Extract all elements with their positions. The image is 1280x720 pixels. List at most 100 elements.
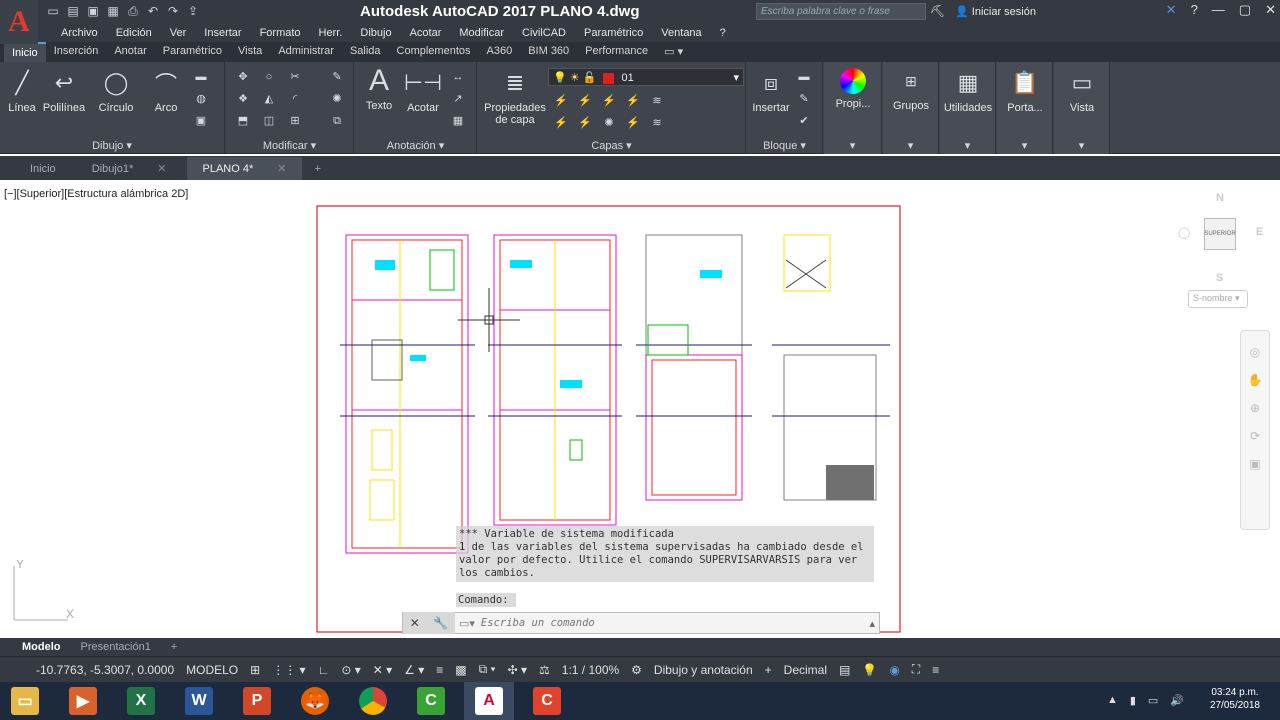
tab-performance[interactable]: Performance xyxy=(577,42,656,62)
tab-salida[interactable]: Salida xyxy=(342,42,389,62)
grid-icon[interactable]: ⊞ xyxy=(250,663,260,677)
units-dropdown[interactable]: Decimal xyxy=(784,663,827,677)
osnap-icon[interactable]: ✕ ▾ xyxy=(373,663,392,677)
isolate-icon[interactable]: 💡 xyxy=(862,663,877,677)
layer-tool-1-icon[interactable]: ⚡ xyxy=(554,94,568,108)
compass-east[interactable]: E xyxy=(1256,226,1263,238)
menu-insertar[interactable]: Insertar xyxy=(195,24,250,42)
taskbar-excel[interactable]: X xyxy=(116,682,166,720)
stretch-icon[interactable]: ⬒ xyxy=(236,114,250,128)
edit-block-icon[interactable]: ✎ xyxy=(797,92,811,106)
explode-icon[interactable]: ✺ xyxy=(330,92,344,106)
network-icon[interactable]: ▭ xyxy=(1148,694,1158,707)
tab-parametrico[interactable]: Paramétrico xyxy=(155,42,230,62)
panel-title-dibujo[interactable]: Dibujo ▾ xyxy=(0,139,224,152)
selection-cycling-icon[interactable]: ⧉ ▾ xyxy=(479,662,496,677)
wcs-menu[interactable]: S-nombre ▾ xyxy=(1188,290,1248,308)
panel-grupos[interactable]: ⊞ Grupos ▾ xyxy=(883,62,939,154)
mirror-icon[interactable]: ◭ xyxy=(262,92,276,106)
doc-tab-inicio[interactable]: Inicio xyxy=(14,158,72,180)
close-button[interactable]: ✕ xyxy=(1265,2,1276,18)
menu-modificar[interactable]: Modificar xyxy=(450,24,513,42)
doc-tab-dibujo1[interactable]: Dibujo1* ✕ xyxy=(76,157,183,180)
close-icon[interactable]: ✕ xyxy=(157,163,166,175)
hardware-accel-icon[interactable]: ◉ xyxy=(889,663,899,677)
search-input[interactable]: Escriba palabra clave o frase xyxy=(756,3,926,20)
fullscreen-icon[interactable]: ⛶ xyxy=(912,662,920,677)
menu-ver[interactable]: Ver xyxy=(161,24,196,42)
layer-tool-3-icon[interactable]: ⚡ xyxy=(602,94,616,108)
open-icon[interactable]: ▤ xyxy=(66,3,80,19)
tab-presentacion1[interactable]: Presentación1 xyxy=(73,639,159,655)
taskbar-explorer[interactable]: ▭ xyxy=(0,682,50,720)
layer-tool-10-icon[interactable]: ≋ xyxy=(650,116,664,130)
binoculars-icon[interactable]: ⛏ xyxy=(930,4,945,18)
taskbar-word[interactable]: W xyxy=(174,682,224,720)
panel-vista[interactable]: ▭ Vista ▾ xyxy=(1054,62,1110,154)
doc-tab-plano4[interactable]: PLANO 4* ✕ xyxy=(186,157,303,180)
taskbar-firefox[interactable]: 🦊 xyxy=(290,682,340,720)
layer-tool-8-icon[interactable]: ✺ xyxy=(602,116,616,130)
acotar-tool[interactable]: ⊢⊣ Acotar xyxy=(401,68,445,114)
snap-icon[interactable]: ⋮⋮ ▾ xyxy=(272,663,305,677)
layer-tool-6-icon[interactable]: ⚡ xyxy=(554,116,568,130)
trim-icon[interactable]: ✂ xyxy=(288,70,302,84)
signin-button[interactable]: 👤 Iniciar sesión xyxy=(955,5,1036,18)
ortho-icon[interactable]: ∟ xyxy=(318,663,330,677)
tray-up-icon[interactable]: ▲ xyxy=(1107,694,1118,707)
polilinea-tool[interactable]: ↩ Polilínea xyxy=(40,68,88,114)
circulo-tool[interactable]: ◯ Círculo xyxy=(94,68,138,114)
hatch-icon[interactable]: ◍ xyxy=(194,92,208,106)
linear-dim-icon[interactable]: ↔ xyxy=(451,70,465,84)
panel-title-bloque[interactable]: Bloque ▾ xyxy=(747,139,822,152)
taskbar-powerpoint[interactable]: P xyxy=(232,682,282,720)
polar-icon[interactable]: ⊙ ▾ xyxy=(341,663,360,677)
help-icon[interactable]: ? xyxy=(1191,2,1198,18)
chevron-down-icon[interactable]: ▾ xyxy=(883,139,938,152)
compass-north[interactable]: N xyxy=(1216,192,1224,204)
clock[interactable]: 03:24 p.m. 27/05/2018 xyxy=(1210,686,1260,712)
tab-inicio[interactable]: Inicio xyxy=(4,42,46,62)
menu-acotar[interactable]: Acotar xyxy=(401,24,451,42)
tab-anotar[interactable]: Anotar xyxy=(106,42,154,62)
ribbon-options-icon[interactable]: ▭ ▾ xyxy=(656,42,691,62)
taskbar-media[interactable]: ▶ xyxy=(58,682,108,720)
menu-formato[interactable]: Formato xyxy=(251,24,310,42)
chevron-up-icon[interactable]: ▴ xyxy=(869,617,879,630)
customize-icon[interactable]: ≡ xyxy=(932,663,939,677)
menu-parametrico[interactable]: Paramétrico xyxy=(575,24,652,42)
scale-icon[interactable]: ◫ xyxy=(262,114,276,128)
showmotion-icon[interactable]: ▣ xyxy=(1241,457,1269,471)
new-icon[interactable]: ▭ xyxy=(46,3,60,19)
taskbar-chrome[interactable] xyxy=(348,682,398,720)
application-menu-button[interactable]: A xyxy=(0,0,38,44)
gizmo-icon[interactable]: ✣ ▾ xyxy=(508,663,527,677)
new-tab-button[interactable]: + xyxy=(306,158,328,180)
panel-title-anotacion[interactable]: Anotación ▾ xyxy=(355,139,476,152)
save-as-icon[interactable]: ▦ xyxy=(106,3,120,19)
share-icon[interactable]: ⇪ xyxy=(186,3,200,19)
command-recent-icon[interactable]: ▭▾ xyxy=(455,617,475,630)
taskbar-recorder[interactable]: C xyxy=(522,682,572,720)
add-layout-button[interactable]: + xyxy=(163,639,185,655)
layer-properties-tool[interactable]: ≣ Propiedades de capa xyxy=(482,68,548,126)
fillet-icon[interactable]: ◜ xyxy=(288,92,302,106)
layer-tool-4-icon[interactable]: ⚡ xyxy=(626,94,640,108)
taskbar-camtasia[interactable]: C xyxy=(406,682,456,720)
plus-icon[interactable]: + xyxy=(765,663,772,677)
rotate-icon[interactable]: ○ xyxy=(262,70,276,84)
layer-dropdown[interactable]: 💡 ☀ 🔓 01 ▾ xyxy=(548,68,744,86)
panel-utilidades[interactable]: ▦ Utilidades ▾ xyxy=(940,62,996,154)
menu-herr[interactable]: Herr. xyxy=(310,24,352,42)
tab-a360[interactable]: A360 xyxy=(479,42,521,62)
erase-icon[interactable]: ✎ xyxy=(330,70,344,84)
close-icon[interactable]: ✕ xyxy=(410,616,420,630)
menu-dibujo[interactable]: Dibujo xyxy=(351,24,400,42)
annotation-visibility-icon[interactable]: ⚖ xyxy=(539,663,550,677)
layer-tool-5-icon[interactable]: ≋ xyxy=(650,94,664,108)
pan-icon[interactable]: ✋ xyxy=(1241,373,1269,387)
region-icon[interactable]: ▣ xyxy=(194,114,208,128)
volume-icon[interactable]: 🔊 xyxy=(1170,694,1184,707)
minimize-button[interactable]: — xyxy=(1212,2,1225,18)
rectangle-icon[interactable]: ▬ xyxy=(194,70,208,84)
